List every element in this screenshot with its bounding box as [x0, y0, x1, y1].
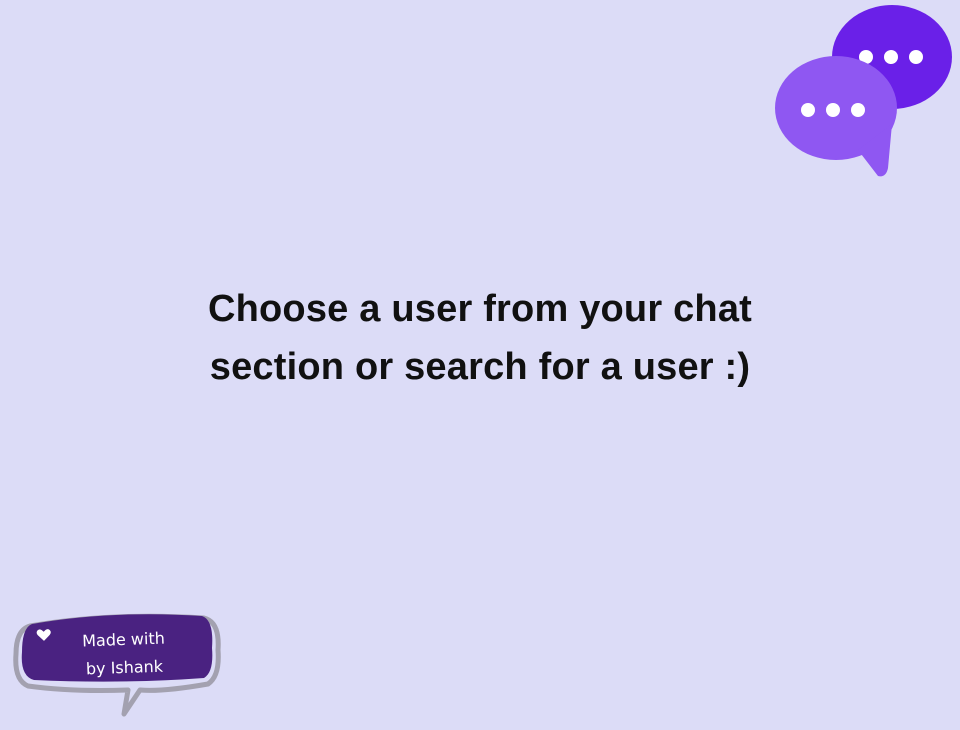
credit-text: Made with by Ishank: [33, 623, 215, 685]
empty-state-message: Choose a user from your chat section or …: [130, 280, 830, 396]
empty-state-line-2: section or search for a user :): [209, 346, 751, 388]
chat-bubbles-icon: [775, 5, 952, 177]
front-chat-bubble: [775, 56, 897, 177]
empty-state-line-1: Choose a user from your chat: [207, 288, 753, 330]
credit-badge: Made with by Ishank: [12, 610, 224, 720]
heart-icon: [36, 629, 51, 641]
